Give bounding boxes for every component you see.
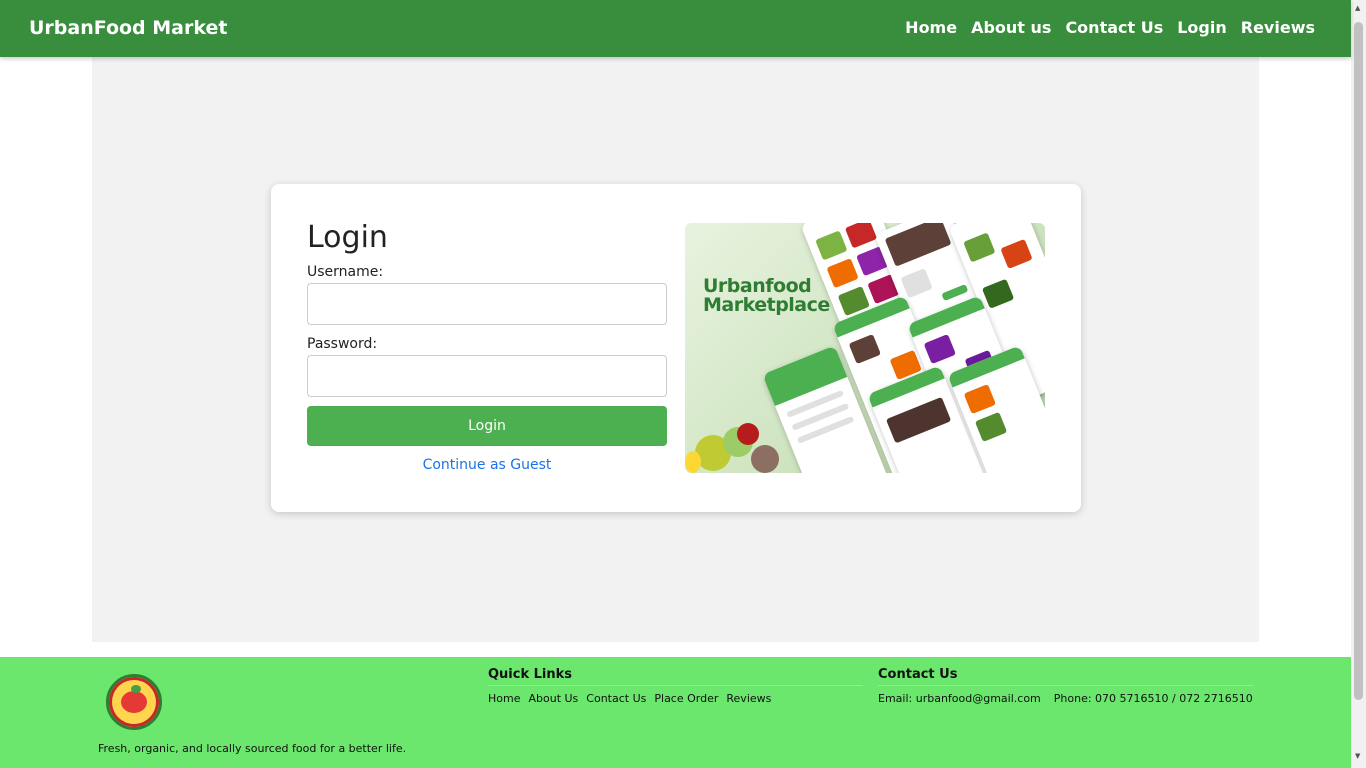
quick-links-heading: Quick Links bbox=[488, 667, 863, 686]
login-button[interactable]: Login bbox=[307, 406, 667, 446]
footer-link-place-order[interactable]: Place Order bbox=[654, 692, 718, 705]
chevron-down-icon[interactable]: ▼ bbox=[1355, 752, 1360, 760]
fruit-decoration bbox=[685, 451, 701, 473]
nav-contact-link[interactable]: Contact Us bbox=[1065, 18, 1163, 37]
quick-links-section: Quick Links Home About Us Contact Us Pla… bbox=[488, 667, 863, 705]
nav-reviews-link[interactable]: Reviews bbox=[1241, 18, 1315, 37]
login-card: Login Username: Password: Login Continue… bbox=[271, 184, 1081, 512]
scrollbar-thumb[interactable] bbox=[1354, 22, 1363, 700]
nav-home-link[interactable]: Home bbox=[905, 18, 957, 37]
footer-link-about[interactable]: About Us bbox=[528, 692, 578, 705]
main-nav: Home About us Contact Us Login Reviews bbox=[905, 18, 1315, 37]
promo-logo-text: Urbanfood Marketplace bbox=[703, 275, 830, 316]
footer-link-reviews[interactable]: Reviews bbox=[726, 692, 771, 705]
contact-email: Email: urbanfood@gmail.com bbox=[878, 692, 1041, 705]
marketplace-promo-image: Urbanfood Marketplace bbox=[685, 223, 1045, 473]
chevron-up-icon[interactable]: ▲ bbox=[1355, 4, 1360, 12]
username-input[interactable] bbox=[307, 283, 667, 325]
urbanfood-logo-icon bbox=[106, 674, 162, 730]
fruit-decoration bbox=[751, 445, 779, 473]
username-label: Username: bbox=[307, 264, 384, 280]
footer-link-contact[interactable]: Contact Us bbox=[586, 692, 646, 705]
nav-about-link[interactable]: About us bbox=[971, 18, 1051, 37]
nav-login-link[interactable]: Login bbox=[1177, 18, 1227, 37]
fruit-decoration bbox=[737, 423, 759, 445]
continue-as-guest-link[interactable]: Continue as Guest bbox=[307, 457, 667, 473]
contact-phone: Phone: 070 5716510 / 072 2716510 bbox=[1053, 692, 1253, 705]
vertical-scrollbar[interactable]: ▲ ▼ bbox=[1351, 0, 1366, 768]
login-heading: Login bbox=[307, 220, 388, 255]
footer-link-home[interactable]: Home bbox=[488, 692, 520, 705]
top-navbar: UrbanFood Market Home About us Contact U… bbox=[0, 0, 1351, 57]
password-label: Password: bbox=[307, 336, 378, 352]
password-input[interactable] bbox=[307, 355, 667, 397]
contact-section: Contact Us Email: urbanfood@gmail.com Ph… bbox=[878, 667, 1253, 705]
brand-title[interactable]: UrbanFood Market bbox=[29, 17, 227, 39]
site-footer: Fresh, organic, and locally sourced food… bbox=[0, 657, 1351, 768]
footer-tagline: Fresh, organic, and locally sourced food… bbox=[98, 742, 407, 755]
contact-heading: Contact Us bbox=[878, 667, 1253, 686]
